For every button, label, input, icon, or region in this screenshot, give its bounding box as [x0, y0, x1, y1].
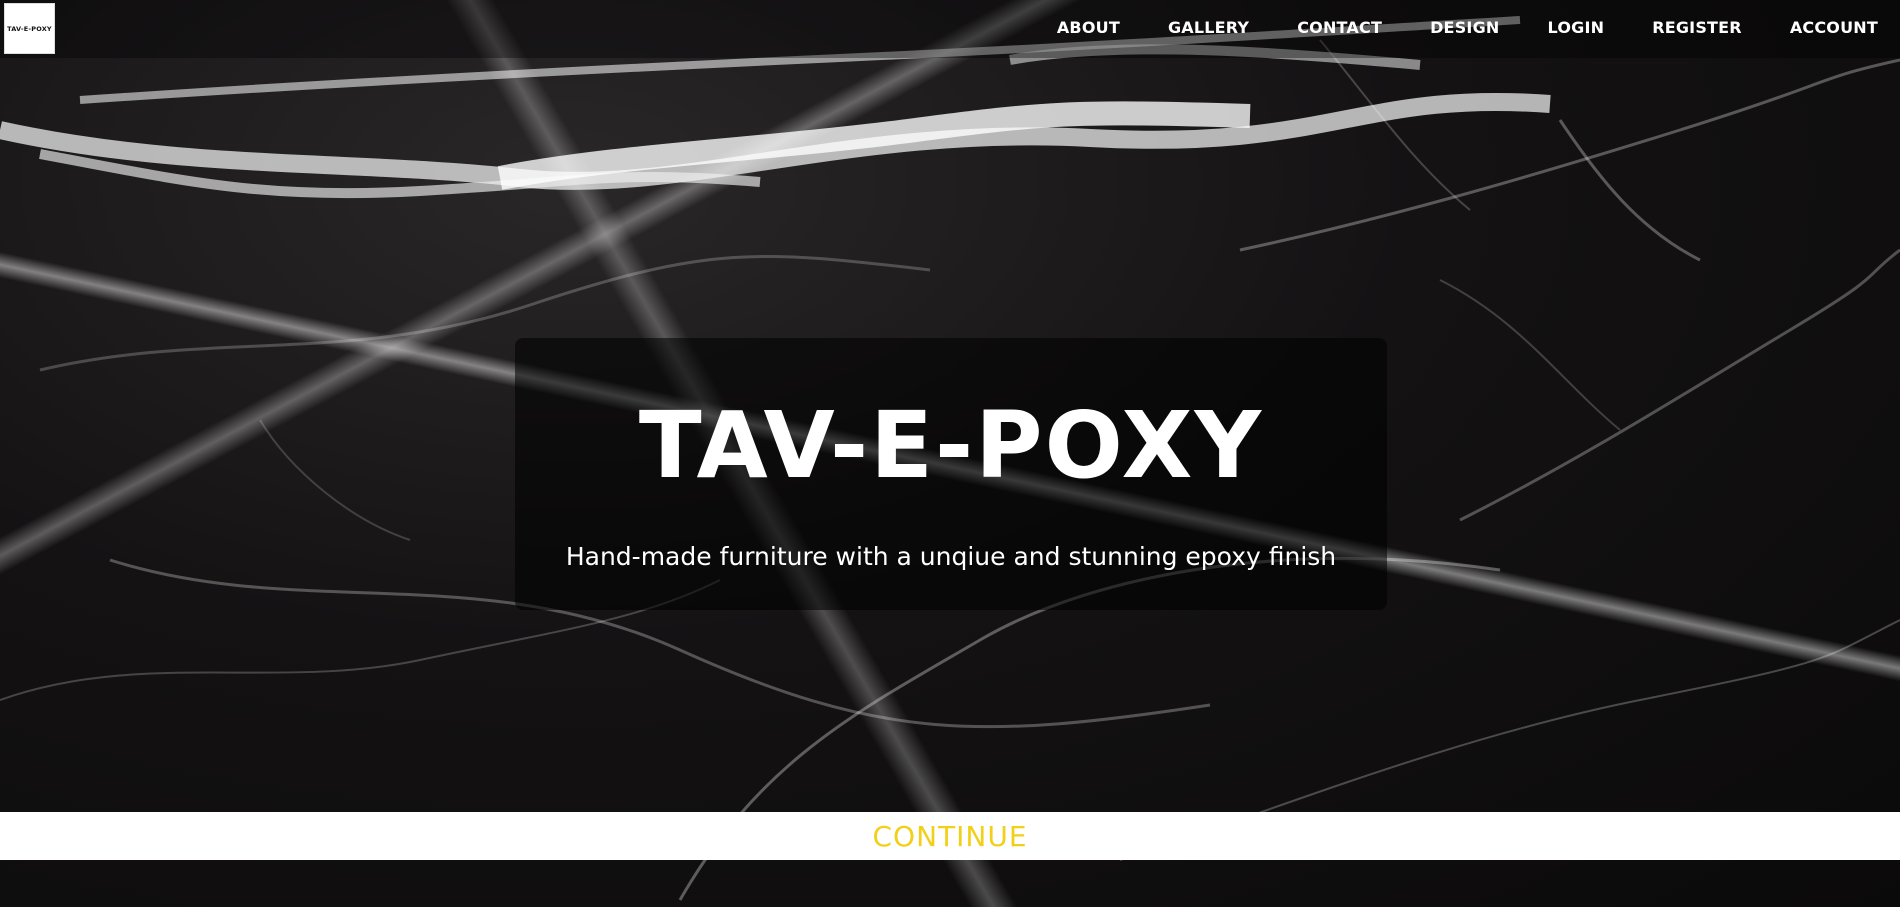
logo-text: TAV-E-POXY: [7, 24, 52, 33]
nav-register-link[interactable]: REGISTER: [1652, 18, 1742, 37]
nav-about-link[interactable]: ABOUT: [1057, 18, 1120, 37]
nav-login-link[interactable]: LOGIN: [1548, 18, 1605, 37]
landing-page: TAV-E-POXY ABOUT GALLERY CONTACT DESIGN …: [0, 0, 1900, 907]
continue-bar[interactable]: CONTINUE: [0, 812, 1900, 860]
hero-card: TAV-E-POXY Hand-made furniture with a un…: [515, 338, 1387, 610]
site-logo[interactable]: TAV-E-POXY: [4, 3, 55, 54]
main-navigation: ABOUT GALLERY CONTACT DESIGN LOGIN REGIS…: [1009, 18, 1878, 37]
nav-gallery-link[interactable]: GALLERY: [1168, 18, 1249, 37]
hero-title: TAV-E-POXY: [638, 392, 1264, 499]
nav-contact-link[interactable]: CONTACT: [1297, 18, 1382, 37]
continue-button[interactable]: CONTINUE: [872, 820, 1027, 853]
nav-design-link[interactable]: DESIGN: [1430, 18, 1499, 37]
hero-subtitle: Hand-made furniture with a unqiue and st…: [565, 542, 1337, 571]
top-navigation-bar: TAV-E-POXY ABOUT GALLERY CONTACT DESIGN …: [0, 0, 1900, 58]
nav-account-link[interactable]: ACCOUNT: [1790, 18, 1878, 37]
